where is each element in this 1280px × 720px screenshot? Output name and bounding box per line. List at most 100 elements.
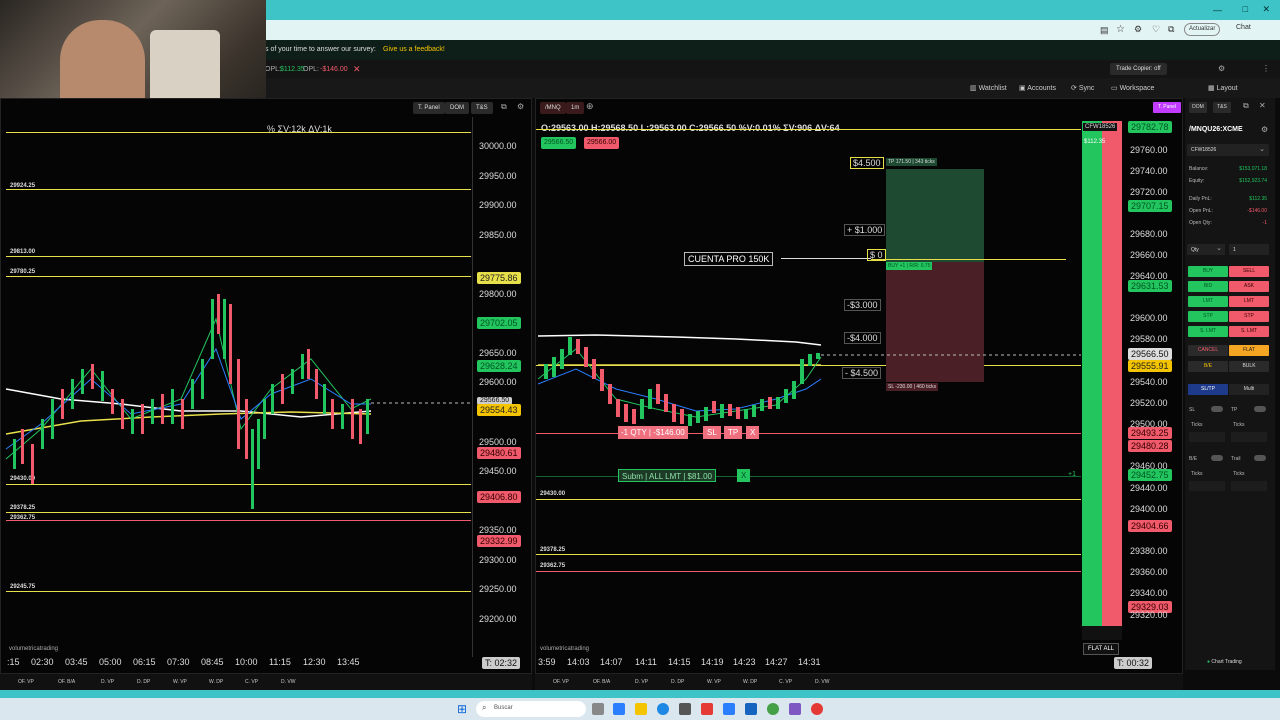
order-tag[interactable]: Subm | ALL LMT | $81.00 — [618, 469, 716, 482]
close-position-icon[interactable]: ✕ — [353, 64, 361, 75]
file-explorer-icon[interactable] — [635, 703, 647, 715]
tp-toggle[interactable] — [1254, 406, 1266, 412]
chat-button[interactable]: Chat — [1236, 24, 1251, 31]
left-settings-icon[interactable]: ⚙ — [517, 102, 524, 111]
app-icon[interactable] — [701, 703, 713, 715]
opera-icon[interactable] — [811, 703, 823, 715]
tab-of-vp[interactable]: OF. VP — [18, 679, 34, 685]
buy-button[interactable]: BUY — [1188, 266, 1228, 277]
tab-w-vp[interactable]: W. VP — [707, 679, 721, 685]
right-chart[interactable]: /MNQ 1m ⊕ O:29563.00 H:29568.50 L:29563.… — [535, 98, 1183, 674]
chrome-icon[interactable] — [767, 703, 779, 715]
tp-button[interactable]: TP — [724, 426, 743, 439]
heart-icon[interactable]: ♡ — [1152, 24, 1160, 35]
chart-trading-toggle[interactable]: ● Chart Trading — [1207, 659, 1242, 665]
breakeven-button[interactable]: B/E — [1188, 361, 1228, 372]
favorite-icon[interactable]: ☆ — [1116, 24, 1125, 35]
flat-button[interactable]: FLAT — [1229, 345, 1269, 356]
tab-of-vp[interactable]: OF. VP — [553, 679, 569, 685]
banner-feedback-link[interactable]: Give us a feedback! — [383, 46, 445, 53]
tab-w-dp[interactable]: W. DP — [209, 679, 223, 685]
tab-of-ba[interactable]: OF. B/A — [58, 679, 75, 685]
panel-popout-icon[interactable]: ⧉ — [1243, 101, 1249, 111]
cancel-order-button[interactable]: X — [737, 469, 751, 482]
sl-ticks-input[interactable] — [1189, 432, 1225, 442]
tab-w-vp[interactable]: W. VP — [173, 679, 187, 685]
tab-c-vp[interactable]: C. VP — [779, 679, 792, 685]
watchlist-button[interactable]: ▥ Watchlist — [970, 84, 1007, 92]
be-ticks-input[interactable] — [1189, 481, 1225, 491]
ask-button[interactable]: ASK — [1229, 281, 1269, 292]
trade-copier-button[interactable]: Trade Copier: off — [1110, 63, 1167, 75]
trail-toggle[interactable] — [1254, 455, 1266, 461]
help-icon[interactable] — [723, 703, 735, 715]
position-tag[interactable]: -1 QTY | -$146.00 — [618, 426, 688, 439]
sell-limit-button[interactable]: LMT — [1229, 296, 1269, 307]
qty-select[interactable]: Qty ⌄ — [1187, 244, 1225, 255]
windows-start-icon[interactable]: ⊞ — [457, 702, 467, 716]
be-toggle[interactable] — [1211, 455, 1223, 461]
sl-button[interactable]: SL — [703, 426, 721, 439]
left-popout-icon[interactable]: ⧉ — [501, 102, 507, 112]
left-chart[interactable]: T. Panel DOM T&S ⧉ ⚙ % ΣV:12k ΔV:1k 2992… — [0, 98, 532, 674]
close-position-button[interactable]: X — [746, 426, 760, 439]
accounts-icon: ▣ — [1019, 85, 1028, 92]
sltp-tab[interactable]: SL/TP — [1188, 384, 1228, 395]
teams-icon[interactable] — [789, 703, 801, 715]
workspace-button[interactable]: ▭ Workspace — [1111, 84, 1154, 92]
tab-d-vp[interactable]: D. VP — [635, 679, 648, 685]
minimize-icon[interactable]: — — [1213, 5, 1222, 15]
copilot-icon[interactable] — [613, 703, 625, 715]
flat-all-button[interactable]: FLAT ALL — [1083, 643, 1120, 655]
qty-input[interactable]: 1 — [1229, 244, 1269, 255]
sell-stop-button[interactable]: STP — [1229, 311, 1269, 322]
tab-w-dp[interactable]: W. DP — [743, 679, 757, 685]
opl-label: OPL: — [265, 66, 281, 73]
collections-icon[interactable]: ⧉ — [1168, 24, 1174, 35]
left-ts-button[interactable]: T&S — [471, 102, 493, 114]
tab-of-ba[interactable]: OF. B/A — [593, 679, 610, 685]
layout-button[interactable]: ▦ Layout — [1208, 84, 1238, 92]
trail-ticks-input[interactable] — [1231, 481, 1267, 491]
buy-limit-button[interactable]: LMT — [1188, 296, 1228, 307]
bulk-button[interactable]: BULK — [1229, 361, 1269, 372]
update-button[interactable]: Actualizar — [1184, 23, 1221, 36]
more-icon[interactable]: ⋮ — [1262, 64, 1270, 73]
extension-icon[interactable]: ⚙ — [1134, 24, 1142, 35]
task-view-icon[interactable] — [592, 703, 604, 715]
bid-button[interactable]: BID — [1188, 281, 1228, 292]
panel-settings-icon[interactable]: ⚙ — [1261, 125, 1268, 134]
tp-ticks-input[interactable] — [1231, 432, 1267, 442]
dom-pnl-tag: $112.35 — [1084, 139, 1106, 145]
reader-icon[interactable]: ▤ — [1100, 25, 1109, 36]
accounts-button[interactable]: ▣ Accounts — [1019, 84, 1056, 92]
multi-tab[interactable]: Multi — [1229, 384, 1269, 395]
taskbar-search[interactable]: ⌕ Buscar — [476, 701, 586, 717]
panel-close-icon[interactable]: ✕ — [1259, 101, 1266, 110]
tab-d-dp[interactable]: D. DP — [671, 679, 684, 685]
account-select[interactable]: CFW18526 ⌄ — [1187, 144, 1269, 156]
panel-tpanel-button[interactable]: T. Panel — [1153, 102, 1181, 113]
buy-stop-button[interactable]: STP — [1188, 311, 1228, 322]
tab-d-vp[interactable]: D. VP — [101, 679, 114, 685]
sync-button[interactable]: ⟳ Sync — [1071, 84, 1094, 92]
tab-c-vp[interactable]: C. VP — [245, 679, 258, 685]
cancel-button[interactable]: CANCEL — [1188, 345, 1228, 356]
tab-d-vw[interactable]: D. VW — [281, 679, 295, 685]
sl-toggle[interactable] — [1211, 406, 1223, 412]
maximize-icon[interactable]: □ — [1243, 4, 1248, 14]
outlook-icon[interactable] — [745, 703, 757, 715]
buy-stop-limit-button[interactable]: S. LMT — [1188, 326, 1228, 337]
account-select-value: CFW18526 — [1191, 147, 1217, 153]
tab-d-dp[interactable]: D. DP — [137, 679, 150, 685]
sell-stop-limit-button[interactable]: S. LMT — [1229, 326, 1269, 337]
panel-ts-button[interactable]: T&S — [1213, 102, 1231, 113]
dom-ask-bar — [1102, 121, 1122, 626]
tab-d-vw[interactable]: D. VW — [815, 679, 829, 685]
close-icon[interactable]: ✕ — [1262, 4, 1270, 15]
edge-icon[interactable] — [657, 703, 669, 715]
sell-button[interactable]: SELL — [1229, 266, 1269, 277]
store-icon[interactable] — [679, 703, 691, 715]
panel-dom-button[interactable]: DOM — [1189, 102, 1207, 113]
settings-icon[interactable]: ⚙ — [1218, 64, 1225, 73]
